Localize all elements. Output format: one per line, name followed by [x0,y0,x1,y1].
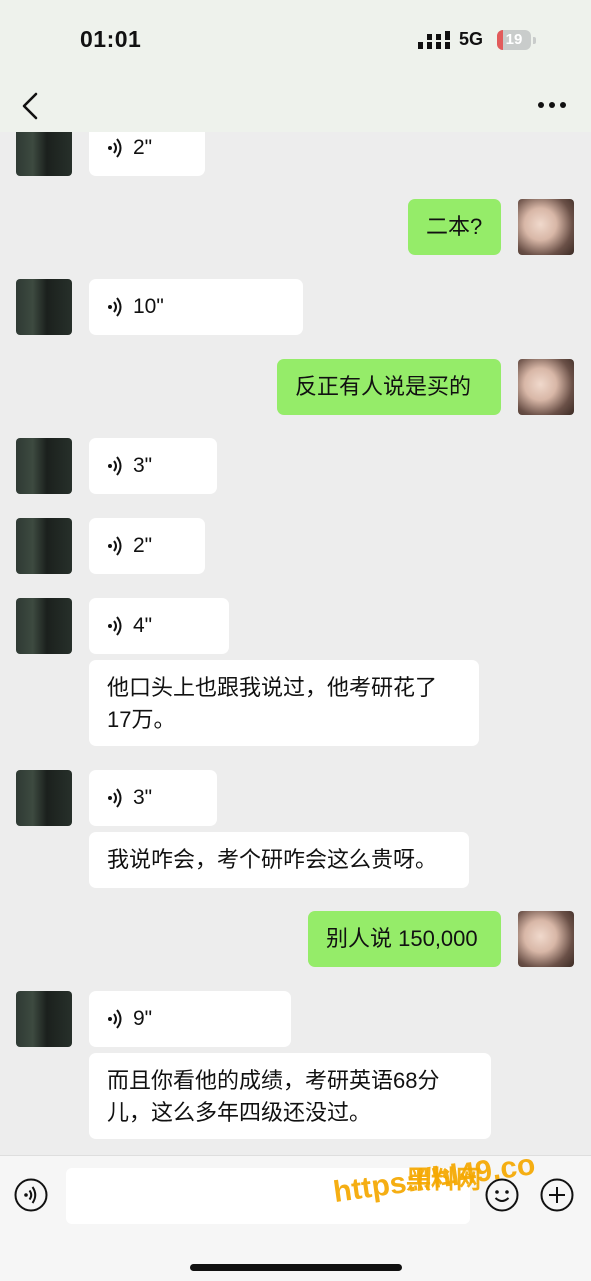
battery-icon: 19 [497,30,537,50]
message-text: 别人说 150,000 [326,926,478,951]
voice-message-bubble[interactable]: 2" [89,132,205,176]
voice-wave-icon [108,1009,122,1029]
voice-duration: 10" [133,295,164,318]
user-avatar[interactable] [518,911,574,967]
message-other-text: 他口头上也跟我说过，他考研花了17万。 [0,660,591,746]
contact-avatar[interactable] [16,518,72,574]
voice-duration: 9" [133,1007,153,1030]
voice-message-bubble[interactable]: 10" [89,279,303,335]
message-other-voice: 2" [0,132,591,176]
message-text: 二本? [426,214,483,239]
more-icon[interactable] [536,92,568,118]
message-other-voice: 4" [0,598,591,654]
message-other-voice: 3" [0,770,591,826]
user-avatar[interactable] [518,359,574,415]
plus-icon[interactable] [540,1178,574,1212]
user-avatar[interactable] [518,199,574,255]
contact-avatar[interactable] [16,598,72,654]
voice-wave-icon [108,456,122,476]
text-message-bubble[interactable]: 二本? [408,199,501,255]
text-message-bubble[interactable]: 而且你看他的成绩，考研英语68分儿，这么多年四级还没过。 [89,1053,491,1139]
message-text: 反正有人说是买的 [295,374,472,399]
voice-duration: 3" [133,454,153,477]
chat-message-list[interactable]: 2" 二本? 10" 反正有人说是买的 3" 2" 4" 他口头上也跟我说过，他… [0,132,591,1155]
battery-percent: 19 [505,31,523,48]
message-other-voice: 10" [0,279,591,335]
voice-message-bubble[interactable]: 3" [89,438,217,494]
network-type: 5G [459,29,484,49]
voice-message-bubble[interactable]: 4" [89,598,229,654]
message-other-text: 我说咋会，考个研咋会这么贵呀。 [0,832,591,888]
text-message-bubble[interactable]: 别人说 150,000 [308,911,501,967]
contact-avatar[interactable] [16,438,72,494]
message-other-voice: 2" [0,518,591,574]
chevron-left-icon[interactable] [18,90,44,122]
contact-avatar[interactable] [16,132,72,176]
message-text: 我说咋会，考个研咋会这么贵呀。 [107,847,438,872]
voice-wave-icon [108,616,122,636]
text-message-bubble[interactable]: 他口头上也跟我说过，他考研花了17万。 [89,660,479,746]
message-other-voice: 9" [0,991,591,1047]
contact-avatar[interactable] [16,770,72,826]
voice-duration: 2" [133,136,153,159]
voice-wave-icon [108,536,122,556]
contact-avatar[interactable] [16,991,72,1047]
signal-icon [418,31,450,49]
message-text: 而且你看他的成绩，考研英语68分儿，这么多年四级还没过。 [107,1068,440,1125]
nav-bar [0,80,591,132]
voice-wave-icon [108,297,122,317]
voice-message-bubble[interactable]: 9" [89,991,291,1047]
message-other-text: 而且你看他的成绩，考研英语68分儿，这么多年四级还没过。 [0,1053,591,1139]
message-other-voice: 3" [0,438,591,494]
voice-wave-icon [108,788,122,808]
contact-avatar[interactable] [16,279,72,335]
voice-duration: 4" [133,614,153,637]
message-text: 他口头上也跟我说过，他考研花了17万。 [107,675,438,732]
voice-message-bubble[interactable]: 3" [89,770,217,826]
message-self-text: 别人说 150,000 [0,911,591,967]
message-self-text: 反正有人说是买的 [0,359,591,415]
voice-message-bubble[interactable]: 2" [89,518,205,574]
voice-duration: 3" [133,786,153,809]
status-time: 01:01 [80,26,142,52]
home-indicator [190,1264,402,1271]
voice-duration: 2" [133,534,153,557]
text-message-bubble[interactable]: 我说咋会，考个研咋会这么贵呀。 [89,832,469,888]
voice-input-icon[interactable] [14,1178,48,1212]
text-message-bubble[interactable]: 反正有人说是买的 [277,359,501,415]
message-self-text: 二本? [0,199,591,255]
voice-wave-icon [108,138,122,158]
status-bar: 01:01 5G 19 [0,0,591,80]
